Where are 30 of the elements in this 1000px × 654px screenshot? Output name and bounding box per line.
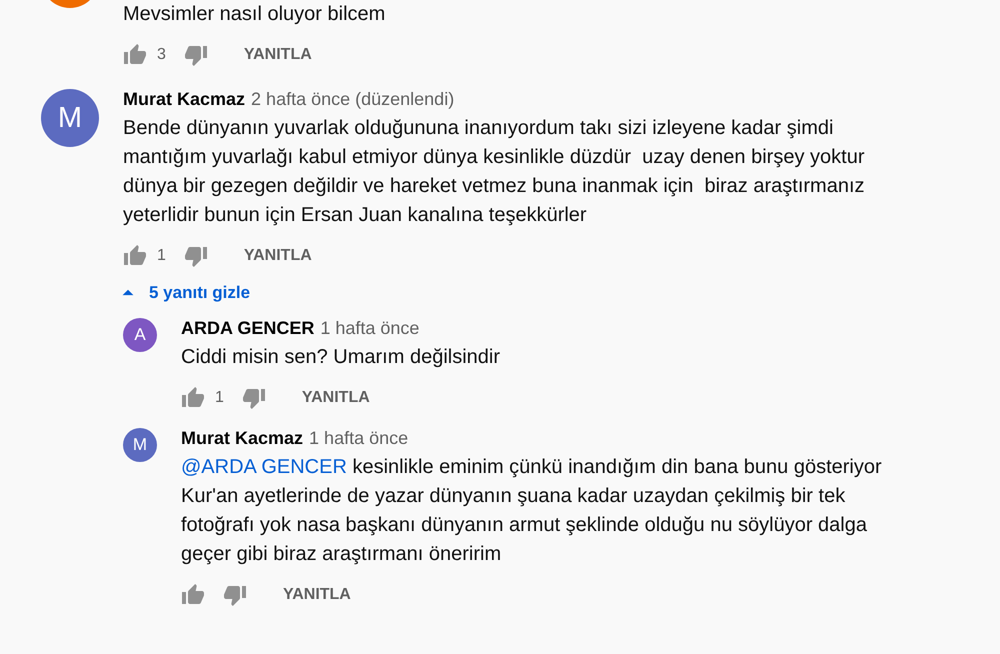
thumbs-up-icon[interactable]	[181, 386, 205, 410]
avatar[interactable]: M	[123, 428, 157, 462]
comment-time[interactable]: 2 hafta önce (düzenlendi)	[251, 89, 454, 110]
thumbs-down-icon[interactable]	[242, 386, 266, 410]
comment-text: Mevsimler nasıl oluyor bilcem	[123, 2, 386, 27]
author-name[interactable]: ARDA GENCER	[181, 318, 314, 339]
thumbs-up-icon[interactable]	[123, 43, 147, 67]
replies-toggle[interactable]: 5 yanıtı gizle	[115, 276, 250, 310]
like-count: 1	[215, 389, 224, 407]
comment-text: @ARDA GENCER kesinlikle eminim çünkü inandığım din bana bunu gösteriyor Kur'an ayetlerinde de yazar dünyanın şuana kadar uzaydan çekilmiş bir tek fotoğrafı yok nasa başkanı dünyanın armut şeklinde olduğu nu söylüyor dalga geçer gibi biraz araştırmanı öneririm	[181, 455, 883, 567]
comment-text: Ciddi misin sen? Umarım değilsindir	[181, 345, 501, 370]
comment-text: Bende dünyanın yuvarlak olduğununa inanıyordum takı sizi izleyene kadar şimdi mantığım yuvarlağı kabul etmiyor dünya kesinlikle düzdür uzay denen birşey yoktur dünya bir gezegen değildir ve hareket vetmez buna inanmak için biraz araştırmanız yeterlidir bunun için Ersan Juan kanalına teşekkürler	[123, 116, 866, 228]
thumbs-up-icon[interactable]	[181, 583, 205, 607]
author-name[interactable]: Murat Kacmaz	[123, 89, 246, 110]
thumbs-down-icon[interactable]	[184, 244, 208, 268]
comment-time[interactable]: 1 hafta önce	[320, 318, 420, 339]
thumbs-down-icon[interactable]	[184, 43, 208, 67]
like-count: 1	[157, 247, 166, 265]
reply-button[interactable]: YANITLA	[283, 578, 351, 612]
thumbs-up-icon[interactable]	[123, 244, 147, 268]
reply-button[interactable]: YANITLA	[244, 38, 312, 72]
avatar[interactable]: A	[123, 318, 157, 352]
like-count: 3	[157, 46, 166, 64]
author-name[interactable]: Murat Kacmaz	[181, 428, 304, 449]
reply-button[interactable]: YANITLA	[244, 239, 312, 273]
reply-button[interactable]: YANITLA	[302, 381, 370, 415]
mention-link[interactable]: @ARDA GENCER	[181, 456, 347, 478]
avatar[interactable]: M	[41, 89, 99, 147]
comment-time[interactable]: 1 hafta önce	[309, 428, 408, 449]
thumbs-down-icon[interactable]	[223, 583, 247, 607]
